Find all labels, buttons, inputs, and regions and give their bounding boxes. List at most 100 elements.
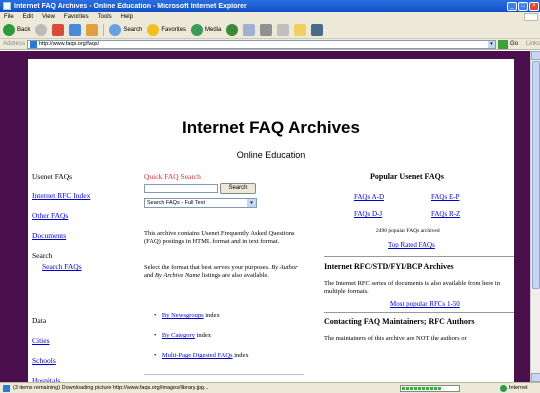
menu-bar: File Edit View Favorites Tools Help bbox=[0, 12, 540, 21]
bullet-tail: index bbox=[203, 312, 220, 319]
scroll-thumb[interactable] bbox=[532, 61, 540, 289]
list-item: Multi-Page Digested FAQs index bbox=[154, 352, 249, 359]
by-newsgroups-link[interactable]: By Newsgroups bbox=[162, 312, 204, 319]
toolbar-separator bbox=[103, 23, 105, 36]
loading-icon bbox=[3, 384, 10, 392]
format-text-e: listings are also available. bbox=[200, 272, 269, 279]
folder-button[interactable] bbox=[294, 23, 307, 36]
bullet-tail: index bbox=[194, 332, 212, 339]
archived-count: 2490 popular FAQs archived bbox=[376, 228, 440, 234]
go-button[interactable]: Go bbox=[510, 41, 518, 47]
stop-button[interactable] bbox=[52, 23, 65, 36]
search-type-value: Search FAQs - Full Text bbox=[147, 200, 205, 206]
rfc-heading: Internet RFC/STD/FYI/BCP Archives bbox=[324, 262, 454, 271]
address-input[interactable]: http://www.faqs.org/faqs/ ▾ bbox=[26, 39, 496, 49]
address-label: Address bbox=[3, 41, 26, 47]
go-arrow-icon[interactable] bbox=[497, 39, 508, 49]
search-input[interactable] bbox=[144, 184, 218, 193]
top-rated-link[interactable]: Top Rated FAQs bbox=[388, 241, 435, 249]
progress-bar bbox=[400, 384, 460, 392]
back-arrow-icon bbox=[3, 23, 15, 36]
menu-view[interactable]: View bbox=[42, 14, 55, 20]
refresh-button[interactable] bbox=[69, 23, 82, 36]
faqs-d-j-link[interactable]: FAQs D-J bbox=[354, 210, 382, 218]
nav-search-faqs[interactable]: Search FAQs bbox=[42, 262, 82, 271]
status-bar: (3 items remaining) Downloading picture … bbox=[0, 382, 540, 393]
ie-icon bbox=[3, 2, 11, 10]
zone-label: Internet bbox=[509, 385, 528, 391]
scroll-down-icon[interactable] bbox=[531, 373, 540, 382]
print-icon bbox=[260, 23, 273, 36]
vertical-scrollbar[interactable] bbox=[530, 51, 540, 382]
maximize-button[interactable]: □ bbox=[518, 1, 528, 11]
nav-schools[interactable]: Schools bbox=[32, 356, 56, 365]
popular-rfcs-link[interactable]: Most popular RFCs 1-50 bbox=[390, 300, 460, 308]
faqs-e-p-link[interactable]: FAQs E-P bbox=[431, 193, 459, 201]
format-text-c: and bbox=[144, 272, 156, 279]
chevron-down-icon[interactable]: ▾ bbox=[247, 199, 256, 207]
by-archive-name-text: By Archive Name bbox=[155, 272, 201, 279]
format-paragraph: Select the format that best serves your … bbox=[144, 264, 302, 280]
list-item: By Category index bbox=[154, 332, 211, 339]
menu-edit[interactable]: Edit bbox=[23, 14, 33, 20]
menu-tools[interactable]: Tools bbox=[98, 14, 112, 20]
stop-icon bbox=[52, 23, 65, 36]
address-dropdown-icon[interactable]: ▾ bbox=[487, 40, 495, 48]
progress-fill bbox=[402, 386, 442, 390]
search-type-select[interactable]: Search FAQs - Full Text ▾ bbox=[144, 198, 257, 208]
globe-icon bbox=[500, 384, 507, 392]
back-label: Back bbox=[17, 26, 31, 33]
print-button[interactable] bbox=[260, 23, 273, 36]
bullet-tail: index bbox=[232, 352, 249, 359]
search-toolbar-label: Search bbox=[123, 26, 143, 33]
faqs-r-z-link[interactable]: FAQs R-Z bbox=[431, 210, 460, 218]
faqs-a-d-link[interactable]: FAQs A-D bbox=[354, 193, 384, 201]
forward-button[interactable] bbox=[35, 23, 48, 36]
page-favicon-icon bbox=[29, 40, 37, 48]
nav-internet-rfc-index[interactable]: Internet RFC Index bbox=[32, 191, 90, 200]
nav-cities[interactable]: Cities bbox=[32, 336, 50, 345]
divider bbox=[324, 312, 514, 313]
folder-icon bbox=[294, 23, 307, 36]
media-label: Media bbox=[205, 26, 222, 33]
history-button[interactable] bbox=[226, 23, 239, 36]
search-toolbar-button[interactable]: Search bbox=[109, 23, 143, 36]
history-icon bbox=[226, 23, 239, 36]
multi-page-digested-link[interactable]: Multi-Page Digested FAQs bbox=[162, 352, 233, 359]
by-author-text: By Author bbox=[271, 264, 298, 271]
home-icon bbox=[86, 23, 99, 36]
status-text: (3 items remaining) Downloading picture … bbox=[13, 385, 209, 391]
edit-icon bbox=[277, 23, 290, 36]
menu-favorites[interactable]: Favorites bbox=[64, 14, 89, 20]
media-button[interactable]: Media bbox=[191, 23, 222, 36]
nav-other-faqs[interactable]: Other FAQs bbox=[32, 211, 68, 220]
divider bbox=[144, 374, 304, 375]
nav-search: Search bbox=[32, 251, 53, 260]
toolbar: Back Search Favorites Media bbox=[0, 21, 540, 39]
mail-button[interactable] bbox=[243, 23, 256, 36]
rfc-text: The Internet RFC series of documents is … bbox=[324, 280, 500, 295]
scroll-up-icon[interactable] bbox=[531, 51, 540, 60]
media-icon bbox=[191, 23, 204, 36]
favorites-label: Favorites bbox=[161, 26, 187, 33]
edit-button[interactable] bbox=[277, 23, 290, 36]
messenger-icon bbox=[311, 23, 324, 36]
popular-heading: Popular Usenet FAQs bbox=[370, 172, 444, 181]
window-title-bar[interactable]: Internet FAQ Archives - Online Education… bbox=[0, 0, 540, 12]
minimize-button[interactable]: _ bbox=[507, 1, 517, 11]
menu-file[interactable]: File bbox=[4, 14, 14, 20]
back-button[interactable]: Back bbox=[3, 23, 31, 36]
search-button[interactable]: Search bbox=[220, 183, 256, 194]
links-button[interactable]: Links bbox=[526, 41, 540, 47]
nav-documents[interactable]: Documents bbox=[32, 231, 66, 240]
close-button[interactable]: × bbox=[529, 1, 539, 11]
list-item: By Newsgroups index bbox=[154, 312, 220, 319]
favorites-button[interactable]: Favorites bbox=[147, 23, 187, 36]
home-button[interactable] bbox=[86, 23, 99, 36]
menu-help[interactable]: Help bbox=[121, 14, 133, 20]
nav-data: Data bbox=[32, 316, 47, 325]
address-url: http://www.faqs.org/faqs/ bbox=[38, 41, 100, 47]
by-category-link[interactable]: By Category bbox=[162, 332, 195, 339]
messenger-button[interactable] bbox=[311, 23, 324, 36]
search-icon bbox=[109, 23, 122, 36]
